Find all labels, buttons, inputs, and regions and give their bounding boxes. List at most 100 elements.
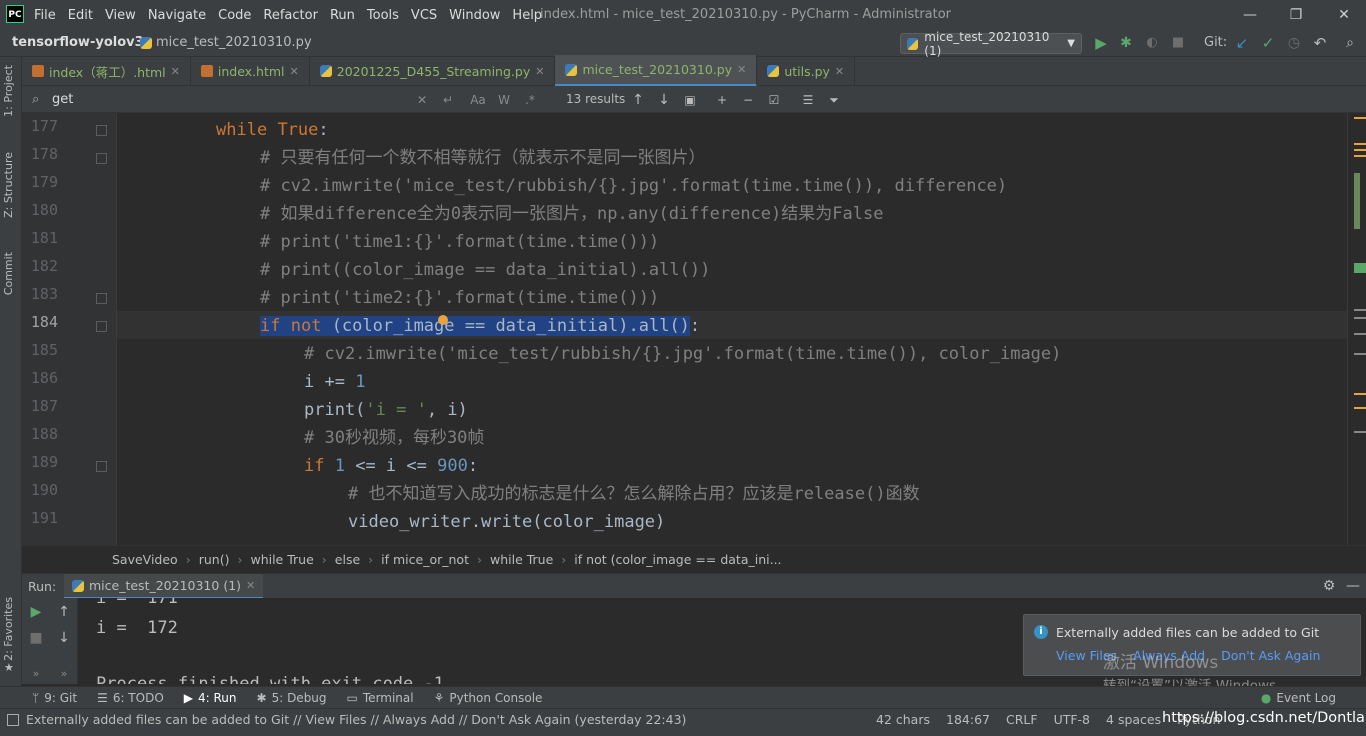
run-icon[interactable]: ▶ <box>1092 33 1110 53</box>
filter-options-icon[interactable]: ☰ <box>798 90 818 110</box>
fold-marker-icon[interactable] <box>96 125 107 136</box>
hide-panel-icon[interactable]: — <box>1344 577 1362 595</box>
crumb-run[interactable]: run() <box>199 552 230 567</box>
project-breadcrumb[interactable]: tensorflow-yolov3 <box>12 35 144 50</box>
tool-tab-run[interactable]: ▶ 4: Run <box>184 691 237 705</box>
crumb-while-true[interactable]: while True <box>250 552 313 567</box>
fold-marker-icon[interactable] <box>96 321 107 332</box>
code-editor[interactable]: 177 178 179 180 181 182 183 184 185 186 … <box>22 113 1366 545</box>
warning-marker[interactable] <box>1354 117 1366 119</box>
search-everywhere-icon[interactable]: ⌕ <box>1340 33 1360 53</box>
intention-bulb-icon[interactable] <box>438 315 448 325</box>
close-tab-icon[interactable]: ✕ <box>535 65 544 78</box>
minimize-button[interactable]: — <box>1240 6 1260 24</box>
tool-commit[interactable]: Commit <box>2 252 15 295</box>
crumb-if-mice-or-not[interactable]: if mice_or_not <box>381 552 469 567</box>
rerun-icon[interactable]: ▶ <box>26 602 46 622</box>
run-configuration-select[interactable]: mice_test_20210310 (1) ▼ <box>900 30 1082 58</box>
indent-setting[interactable]: 4 spaces <box>1106 712 1161 727</box>
select-all-icon[interactable]: ☑ <box>764 90 784 110</box>
warning-marker[interactable] <box>1354 155 1366 157</box>
menu-run[interactable]: Run <box>330 8 355 23</box>
close-tab-icon[interactable]: ✕ <box>246 579 255 592</box>
event-log-button[interactable]: ● Event Log <box>1261 691 1336 705</box>
search-result-marker[interactable] <box>1354 317 1366 319</box>
tab-d455-streaming[interactable]: 20201225_D455_Streaming.py ✕ <box>310 56 556 86</box>
tool-tab-git[interactable]: ᛘ 9: Git <box>32 691 77 705</box>
error-stripe[interactable] <box>1347 113 1366 545</box>
menu-refactor[interactable]: Refactor <box>263 8 318 23</box>
restore-button[interactable]: ❐ <box>1286 6 1306 24</box>
tool-window-toggle-icon[interactable] <box>7 714 19 726</box>
menu-file[interactable]: File <box>34 8 56 23</box>
more-actions-icon[interactable]: » <box>26 664 46 684</box>
menu-tools[interactable]: Tools <box>367 8 399 23</box>
search-result-marker[interactable] <box>1354 309 1366 311</box>
close-tab-icon[interactable]: ✕ <box>290 65 299 78</box>
previous-occurrence-icon[interactable]: ↑ <box>628 90 648 110</box>
file-encoding[interactable]: UTF-8 <box>1054 712 1090 727</box>
tab-mice-test[interactable]: mice_test_20210310.py ✕ <box>555 55 758 87</box>
warning-marker[interactable] <box>1354 143 1366 145</box>
menu-code[interactable]: Code <box>218 8 251 23</box>
menu-vcs[interactable]: VCS <box>411 8 437 23</box>
git-update-icon[interactable]: ↙ <box>1232 33 1252 53</box>
tool-tab-todo[interactable]: ☰ 6: TODO <box>97 691 164 705</box>
git-rollback-icon[interactable]: ↶ <box>1310 33 1330 53</box>
tool-tab-terminal[interactable]: ▭ Terminal <box>347 691 414 705</box>
crumb-while-true-2[interactable]: while True <box>490 552 553 567</box>
select-all-occurrences-icon[interactable]: ▣ <box>680 90 700 110</box>
tab-index-jiang-html[interactable]: index（蒋工）.html ✕ <box>22 56 191 86</box>
tab-utils[interactable]: utils.py ✕ <box>757 56 856 86</box>
warning-marker[interactable] <box>1354 393 1366 395</box>
stop-icon[interactable]: ■ <box>26 628 46 648</box>
crumb-else[interactable]: else <box>335 552 360 567</box>
coverage-icon[interactable]: ◐ <box>1142 33 1162 53</box>
menu-window[interactable]: Window <box>449 8 500 23</box>
tool-tab-debug[interactable]: ✱ 5: Debug <box>257 691 327 705</box>
remove-occurrence-icon[interactable]: − <box>738 90 758 110</box>
close-tab-icon[interactable]: ✕ <box>737 63 746 76</box>
line-separator[interactable]: CRLF <box>1006 712 1038 727</box>
scroll-up-icon[interactable]: ↑ <box>54 602 74 622</box>
warning-marker[interactable] <box>1354 149 1366 151</box>
match-case-toggle[interactable]: Aa <box>468 90 488 110</box>
debug-icon[interactable]: ✱ <box>1116 33 1136 53</box>
close-tab-icon[interactable]: ✕ <box>835 65 844 78</box>
fold-marker-icon[interactable] <box>96 461 107 472</box>
add-occurrence-icon[interactable]: + <box>712 90 732 110</box>
change-marker[interactable] <box>1354 263 1366 273</box>
search-result-marker[interactable] <box>1354 431 1366 433</box>
menu-edit[interactable]: Edit <box>68 8 93 23</box>
warning-marker[interactable] <box>1354 407 1366 409</box>
close-tab-icon[interactable]: ✕ <box>171 65 180 78</box>
crumb-if-not[interactable]: if not (color_image == data_ini... <box>574 552 781 567</box>
file-breadcrumb[interactable]: mice_test_20210310.py <box>140 35 312 50</box>
fold-marker-icon[interactable] <box>96 293 107 304</box>
tool-structure[interactable]: Z: Structure <box>2 152 15 218</box>
next-occurrence-icon[interactable]: ↓ <box>654 90 674 110</box>
menu-help[interactable]: Help <box>512 8 542 23</box>
fold-marker-icon[interactable] <box>96 153 107 164</box>
filter-icon[interactable]: ⏷ <box>824 90 844 110</box>
menu-view[interactable]: View <box>105 8 136 23</box>
clear-search-icon[interactable]: ✕ <box>412 90 432 110</box>
whole-words-toggle[interactable]: W <box>494 90 514 110</box>
tool-project[interactable]: 1: Project <box>2 65 15 117</box>
gear-icon[interactable]: ⚙ <box>1320 577 1338 595</box>
stop-icon[interactable]: ■ <box>1168 33 1188 53</box>
menu-navigate[interactable]: Navigate <box>148 8 206 23</box>
dont-ask-again-link[interactable]: Don't Ask Again <box>1221 648 1320 663</box>
more-actions-icon[interactable]: » <box>54 664 74 684</box>
tool-favorites[interactable]: 2: Favorites <box>2 597 15 661</box>
status-message[interactable]: Externally added files can be added to G… <box>26 712 686 727</box>
change-marker[interactable] <box>1354 173 1360 229</box>
git-commit-icon[interactable]: ✓ <box>1258 33 1278 53</box>
tool-tab-python-console[interactable]: ⚘ Python Console <box>434 691 543 705</box>
regex-toggle[interactable]: .* <box>520 90 540 110</box>
scroll-down-icon[interactable]: ↓ <box>54 628 74 648</box>
run-tab[interactable]: mice_test_20210310 (1) ✕ <box>64 574 264 599</box>
find-input[interactable] <box>50 89 430 109</box>
crumb-savevideo[interactable]: SaveVideo <box>112 552 178 567</box>
new-line-icon[interactable]: ↵ <box>438 90 458 110</box>
